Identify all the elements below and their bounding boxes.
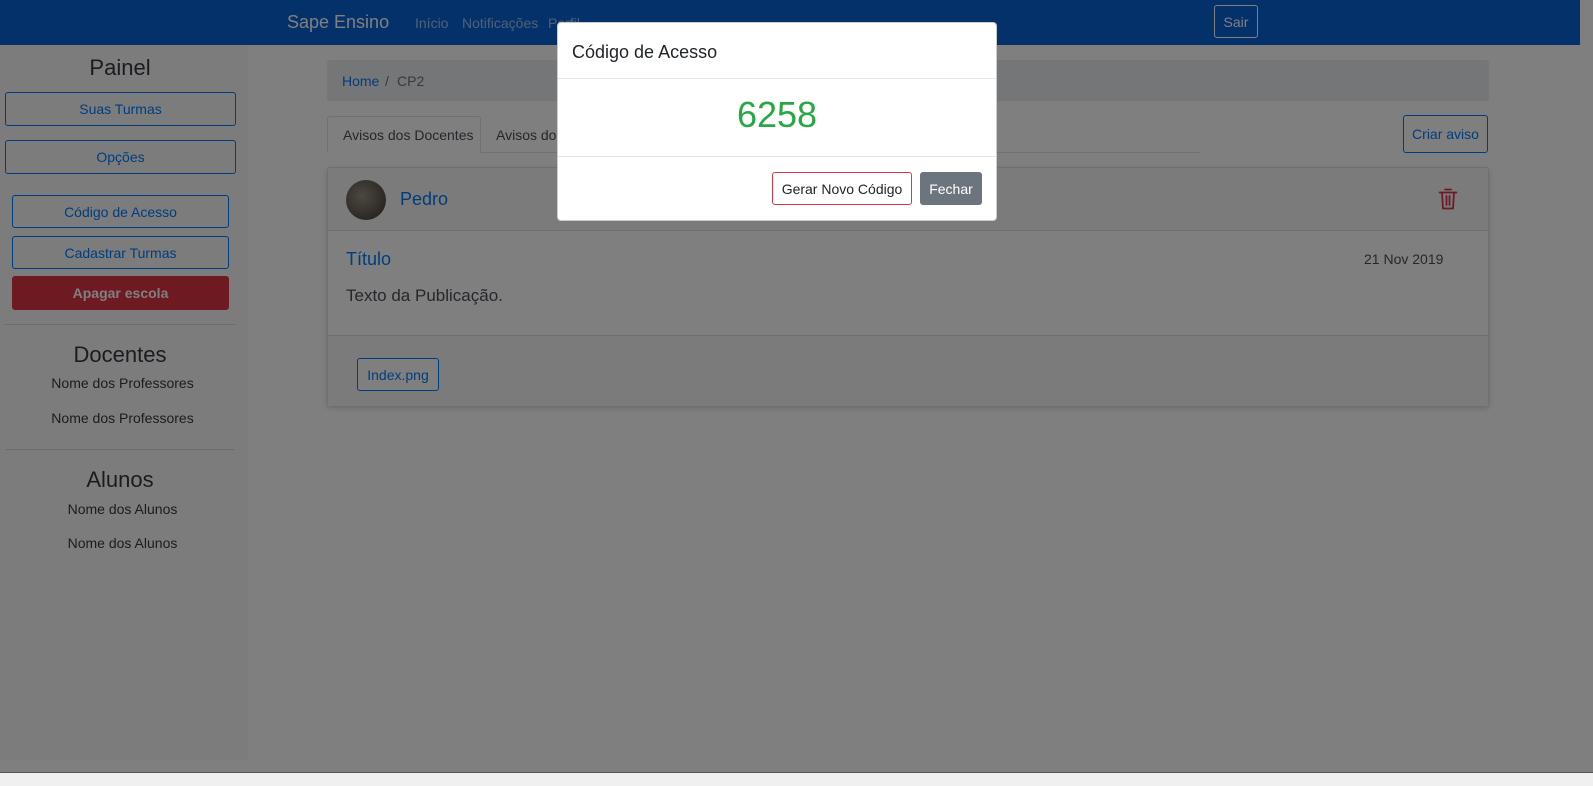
window-bottom-edge: [0, 772, 1593, 786]
access-code-modal: Código de Acesso 6258 Gerar Novo Código …: [557, 22, 997, 221]
modal-divider: [558, 78, 996, 79]
modal-divider: [558, 156, 996, 157]
close-modal-button[interactable]: Fechar: [920, 172, 982, 205]
modal-title: Código de Acesso: [572, 42, 718, 62]
access-code-value: 6258: [736, 94, 818, 135]
generate-code-button[interactable]: Gerar Novo Código: [772, 172, 912, 205]
